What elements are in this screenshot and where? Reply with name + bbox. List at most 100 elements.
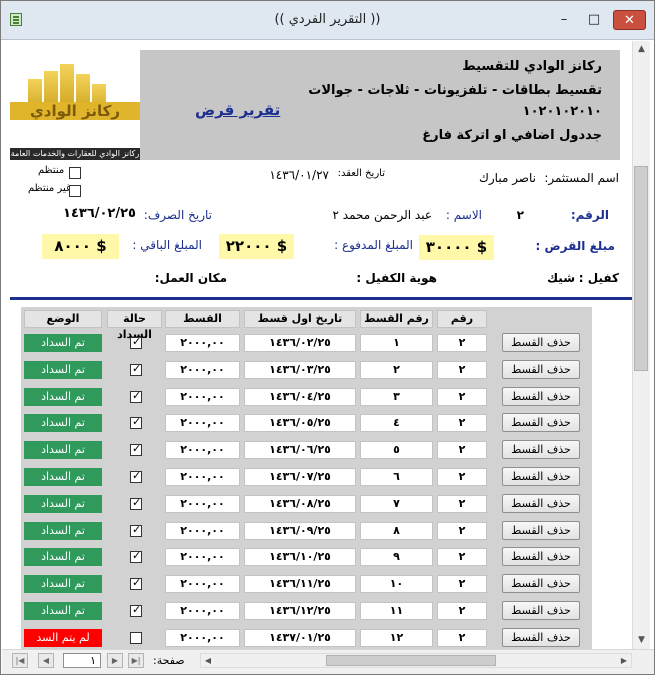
vertical-scroll-thumb[interactable] (634, 166, 648, 371)
cell-installment-number: ٦ (360, 468, 433, 486)
cell-first-date: ١٤٣٦/٠٢/٢٥ (244, 334, 356, 352)
status-badge: تم السداد (24, 361, 102, 379)
cell-first-date: ١٤٣٦/٠٣/٢٥ (244, 361, 356, 379)
horizontal-scrollbar[interactable]: ◀ ▶ (200, 653, 632, 668)
cell-installment-amount: ٢٠٠٠,٠٠ (165, 441, 240, 459)
next-page-icon[interactable]: ▶ (107, 653, 123, 668)
cell-installment-amount: ٢٠٠٠,٠٠ (165, 361, 240, 379)
delete-installment-button[interactable]: حذف القسط (502, 601, 580, 620)
last-page-icon[interactable]: ▶| (128, 653, 144, 668)
cell-first-date: ١٤٣٦/٠٤/٢٥ (244, 388, 356, 406)
company-products: تقسيط بطاقات - تلفزيونات - ثلاجات - جوال… (308, 83, 602, 98)
cell-installment-amount: ٢٠٠٠,٠٠ (165, 548, 240, 566)
cell-first-date: ١٤٣٦/١١/٢٥ (244, 575, 356, 593)
investor-label: اسم المستثمر: (544, 171, 619, 185)
cell-number: ٢ (437, 629, 487, 647)
delete-installment-button[interactable]: حذف القسط (502, 521, 580, 540)
regular-label: منتظم (38, 165, 65, 176)
scroll-left-icon[interactable]: ◀ (201, 654, 215, 667)
report-subtitle: جددول اضافي او اتركة فارغ (422, 128, 602, 143)
cell-first-date: ١٤٣٧/٠١/٢٥ (244, 629, 356, 647)
cell-installment-number: ٧ (360, 495, 433, 513)
scroll-up-icon[interactable]: ▲ (633, 41, 650, 58)
payment-status-checkbox[interactable] (130, 549, 142, 563)
cell-first-date: ١٤٣٦/٠٦/٢٥ (244, 441, 356, 459)
delete-installment-button[interactable]: حذف القسط (502, 387, 580, 406)
payment-status-checkbox[interactable] (130, 632, 142, 644)
number-value: ٢ (516, 208, 524, 222)
delete-installment-button[interactable]: حذف القسط (502, 413, 580, 432)
minimize-button[interactable]: – (551, 10, 577, 30)
cell-number: ٢ (437, 361, 487, 379)
loan-amount-label: مبلغ القرض : (535, 239, 615, 253)
cell-installment-number: ٢ (360, 361, 433, 379)
payment-status-checkbox[interactable] (130, 442, 142, 456)
cell-number: ٢ (437, 575, 487, 593)
page-number-input[interactable]: ١ (63, 653, 101, 668)
close-button[interactable]: ✕ (613, 10, 646, 30)
cell-number: ٢ (437, 414, 487, 432)
report-content: ركانز الوادي ركانز الوادي للعقارات والخد… (2, 41, 632, 649)
payment-status-checkbox[interactable] (130, 415, 142, 429)
status-badge: تم السداد (24, 468, 102, 486)
cell-number: ٢ (437, 602, 487, 620)
section-divider (10, 297, 632, 300)
cell-number: ٢ (437, 334, 487, 352)
irregular-label: غير منتظم (28, 183, 72, 194)
horizontal-scroll-thumb[interactable] (326, 655, 496, 666)
company-phone: ١٠٢٠١٠٢٠١٠ (522, 104, 602, 119)
payment-status-checkbox[interactable] (130, 389, 142, 403)
payment-status-checkbox[interactable] (130, 523, 142, 537)
report-title[interactable]: تقرير قرض (195, 101, 280, 119)
irregular-checkbox[interactable] (69, 185, 81, 197)
payment-status-checkbox[interactable] (130, 469, 142, 483)
guarantor-label: كفيل : (578, 271, 619, 285)
status-badge: تم السداد (24, 334, 102, 352)
payment-status-checkbox[interactable] (130, 603, 142, 617)
cell-installment-amount: ٢٠٠٠,٠٠ (165, 414, 240, 432)
company-logo: ركانز الوادي ركانز الوادي للعقارات والخد… (10, 50, 140, 160)
prev-page-icon[interactable]: ◀ (38, 653, 54, 668)
cell-first-date: ١٤٣٦/١٢/٢٥ (244, 602, 356, 620)
vertical-scrollbar[interactable]: ▲ ▼ (632, 41, 650, 649)
scroll-down-icon[interactable]: ▼ (633, 632, 650, 649)
cell-number: ٢ (437, 388, 487, 406)
scroll-right-icon[interactable]: ▶ (617, 654, 631, 667)
disbursement-label: تاريخ الصرف: (143, 208, 212, 222)
cell-installment-amount: ٢٠٠٠,٠٠ (165, 575, 240, 593)
cell-installment-number: ٥ (360, 441, 433, 459)
delete-installment-button[interactable]: حذف القسط (502, 440, 580, 459)
remaining-value: ٨٠٠٠ $ (42, 234, 119, 259)
loan-amount-value: ٣٠٠٠٠ $ (419, 235, 494, 260)
maximize-button[interactable]: □ (581, 10, 607, 30)
cell-first-date: ١٤٣٦/٠٩/٢٥ (244, 522, 356, 540)
regular-checkbox[interactable] (69, 167, 81, 179)
status-badge: تم السداد (24, 548, 102, 566)
cell-installment-number: ١١ (360, 602, 433, 620)
cell-installment-amount: ٢٠٠٠,٠٠ (165, 468, 240, 486)
delete-installment-button[interactable]: حذف القسط (502, 547, 580, 566)
payment-status-checkbox[interactable] (130, 496, 142, 510)
status-badge: تم السداد (24, 522, 102, 540)
cell-first-date: ١٤٣٦/٠٥/٢٥ (244, 414, 356, 432)
company-name: ركانز الوادي للتقسيط (462, 59, 602, 74)
col-payment-status: حالة السداد (107, 310, 162, 341)
payment-status-checkbox[interactable] (130, 362, 142, 376)
delete-installment-button[interactable]: حذف القسط (502, 628, 580, 647)
payment-status-checkbox[interactable] (130, 335, 142, 349)
delete-installment-button[interactable]: حذف القسط (502, 360, 580, 379)
first-page-icon[interactable]: |◀ (12, 653, 28, 668)
cell-installment-number: ٤ (360, 414, 433, 432)
disbursement-value: ١٤٣٦/٠٢/٢٥ (63, 206, 136, 221)
delete-installment-button[interactable]: حذف القسط (502, 494, 580, 513)
delete-installment-button[interactable]: حذف القسط (502, 467, 580, 486)
contract-date-value: ١٤٣٦/٠١/٢٧ (269, 168, 329, 182)
payment-status-checkbox[interactable] (130, 576, 142, 590)
delete-installment-button[interactable]: حذف القسط (502, 574, 580, 593)
cell-installment-number: ٣ (360, 388, 433, 406)
cell-first-date: ١٤٣٦/١٠/٢٥ (244, 548, 356, 566)
delete-installment-button[interactable]: حذف القسط (502, 333, 580, 352)
record-navigator: |◀ ◀ ١ ▶ ▶| صفحة: ◀ ▶ (2, 649, 654, 674)
status-badge: تم السداد (24, 388, 102, 406)
status-badge: تم السداد (24, 575, 102, 593)
